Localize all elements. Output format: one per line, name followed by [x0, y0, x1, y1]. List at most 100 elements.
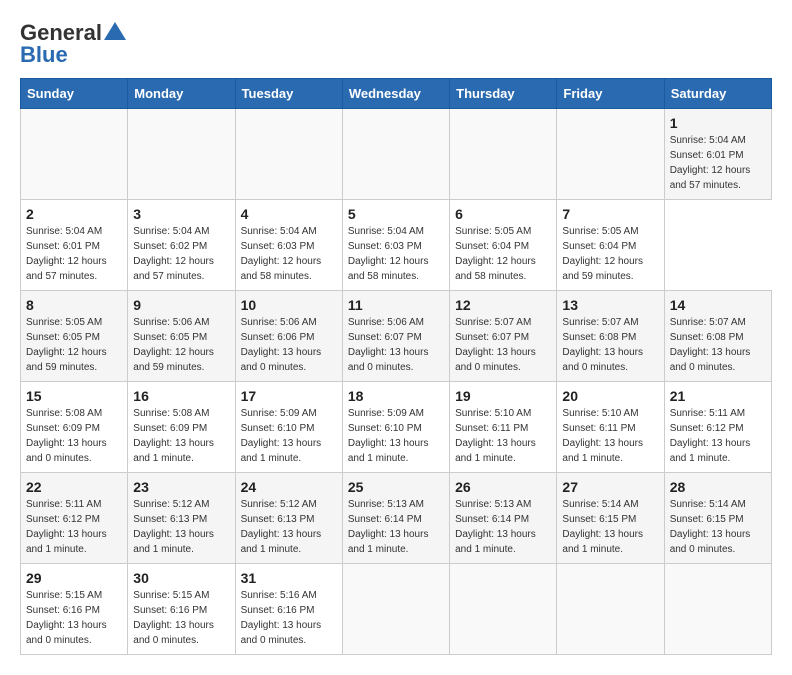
day-number: 22 [26, 479, 122, 495]
day-info: Sunrise: 5:06 AMSunset: 6:07 PMDaylight:… [348, 315, 444, 375]
day-info: Sunrise: 5:15 AMSunset: 6:16 PMDaylight:… [26, 588, 122, 648]
day-number: 18 [348, 388, 444, 404]
day-number: 21 [670, 388, 766, 404]
day-info: Sunrise: 5:12 AMSunset: 6:13 PMDaylight:… [133, 497, 229, 557]
day-info: Sunrise: 5:04 AMSunset: 6:01 PMDaylight:… [670, 133, 766, 193]
empty-cell [557, 564, 664, 655]
calendar-day: 15Sunrise: 5:08 AMSunset: 6:09 PMDayligh… [21, 382, 128, 473]
day-number: 19 [455, 388, 551, 404]
empty-cell [450, 564, 557, 655]
header-wednesday: Wednesday [342, 79, 449, 109]
calendar-day: 16 Sunrise: 5:08 AMSunset: 6:09 PMDayligh… [128, 382, 235, 473]
day-info: Sunrise: 5:11 AMSunset: 6:12 PMDaylight:… [670, 406, 766, 466]
header-sunday: Sunday [21, 79, 128, 109]
calendar-day: 17Sunrise: 5:09 AMSunset: 6:10 PMDayligh… [235, 382, 342, 473]
day-info: Sunrise: 5:11 AMSunset: 6:12 PMDaylight:… [26, 497, 122, 557]
calendar-day: 26 Sunrise: 5:13 AMSunset: 6:14 PMDayligh… [450, 473, 557, 564]
day-number: 2 [26, 206, 122, 222]
day-number: 8 [26, 297, 122, 313]
day-info: Sunrise: 5:07 AMSunset: 6:08 PMDaylight:… [562, 315, 658, 375]
day-info: Sunrise: 5:06 AMSunset: 6:05 PMDaylight:… [133, 315, 229, 375]
day-info: Sunrise: 5:04 AMSunset: 6:03 PMDaylight:… [241, 224, 337, 284]
day-info: Sunrise: 5:14 AMSunset: 6:15 PMDaylight:… [562, 497, 658, 557]
header-saturday: Saturday [664, 79, 771, 109]
day-info: Sunrise: 5:06 AMSunset: 6:06 PMDaylight:… [241, 315, 337, 375]
empty-cell [21, 109, 128, 200]
day-info: Sunrise: 5:04 AMSunset: 6:01 PMDaylight:… [26, 224, 122, 284]
day-number: 31 [241, 570, 337, 586]
day-number: 30 [133, 570, 229, 586]
header-monday: Monday [128, 79, 235, 109]
empty-cell [128, 109, 235, 200]
calendar-day: 31 Sunrise: 5:16 AMSunset: 6:16 PMDayligh… [235, 564, 342, 655]
calendar-day: 3Sunrise: 5:04 AMSunset: 6:02 PMDaylight… [128, 200, 235, 291]
day-info: Sunrise: 5:10 AMSunset: 6:11 PMDaylight:… [455, 406, 551, 466]
header-tuesday: Tuesday [235, 79, 342, 109]
day-number: 1 [670, 115, 766, 131]
calendar-day: 5 Sunrise: 5:04 AMSunset: 6:03 PMDaylight… [342, 200, 449, 291]
calendar-day: 23 Sunrise: 5:12 AMSunset: 6:13 PMDayligh… [128, 473, 235, 564]
calendar-table: SundayMondayTuesdayWednesdayThursdayFrid… [20, 78, 772, 655]
day-number: 15 [26, 388, 122, 404]
calendar-day: 10 Sunrise: 5:06 AMSunset: 6:06 PMDayligh… [235, 291, 342, 382]
day-info: Sunrise: 5:10 AMSunset: 6:11 PMDaylight:… [562, 406, 658, 466]
day-number: 14 [670, 297, 766, 313]
calendar-day: 18Sunrise: 5:09 AMSunset: 6:10 PMDayligh… [342, 382, 449, 473]
calendar-day: 29 Sunrise: 5:15 AMSunset: 6:16 PMDayligh… [21, 564, 128, 655]
day-number: 16 [133, 388, 229, 404]
day-number: 5 [348, 206, 444, 222]
header: General Blue [20, 20, 772, 68]
calendar-day: 19 Sunrise: 5:10 AMSunset: 6:11 PMDayligh… [450, 382, 557, 473]
day-number: 10 [241, 297, 337, 313]
calendar-day: 21 Sunrise: 5:11 AMSunset: 6:12 PMDayligh… [664, 382, 771, 473]
calendar-day: 9Sunrise: 5:06 AMSunset: 6:05 PMDaylight… [128, 291, 235, 382]
day-number: 4 [241, 206, 337, 222]
day-info: Sunrise: 5:05 AMSunset: 6:04 PMDaylight:… [562, 224, 658, 284]
calendar-day: 30 Sunrise: 5:15 AMSunset: 6:16 PMDayligh… [128, 564, 235, 655]
day-number: 28 [670, 479, 766, 495]
day-number: 23 [133, 479, 229, 495]
empty-cell [342, 564, 449, 655]
day-number: 29 [26, 570, 122, 586]
day-number: 7 [562, 206, 658, 222]
day-info: Sunrise: 5:07 AMSunset: 6:07 PMDaylight:… [455, 315, 551, 375]
day-number: 26 [455, 479, 551, 495]
calendar-day: 28 Sunrise: 5:14 AMSunset: 6:15 PMDayligh… [664, 473, 771, 564]
empty-cell [664, 564, 771, 655]
calendar-header-row: SundayMondayTuesdayWednesdayThursdayFrid… [21, 79, 772, 109]
day-info: Sunrise: 5:09 AMSunset: 6:10 PMDaylight:… [241, 406, 337, 466]
day-number: 27 [562, 479, 658, 495]
calendar-day: 7 Sunrise: 5:05 AMSunset: 6:04 PMDaylight… [557, 200, 664, 291]
day-info: Sunrise: 5:14 AMSunset: 6:15 PMDaylight:… [670, 497, 766, 557]
calendar-day: 4 Sunrise: 5:04 AMSunset: 6:03 PMDaylight… [235, 200, 342, 291]
empty-cell [235, 109, 342, 200]
calendar-day: 8 Sunrise: 5:05 AMSunset: 6:05 PMDaylight… [21, 291, 128, 382]
day-number: 20 [562, 388, 658, 404]
day-number: 25 [348, 479, 444, 495]
day-info: Sunrise: 5:16 AMSunset: 6:16 PMDaylight:… [241, 588, 337, 648]
empty-cell [557, 109, 664, 200]
logo: General Blue [20, 20, 126, 68]
header-friday: Friday [557, 79, 664, 109]
day-info: Sunrise: 5:05 AMSunset: 6:04 PMDaylight:… [455, 224, 551, 284]
day-info: Sunrise: 5:05 AMSunset: 6:05 PMDaylight:… [26, 315, 122, 375]
calendar-day: 11Sunrise: 5:06 AMSunset: 6:07 PMDayligh… [342, 291, 449, 382]
calendar-day: 6 Sunrise: 5:05 AMSunset: 6:04 PMDaylight… [450, 200, 557, 291]
day-info: Sunrise: 5:13 AMSunset: 6:14 PMDaylight:… [348, 497, 444, 557]
day-info: Sunrise: 5:07 AMSunset: 6:08 PMDaylight:… [670, 315, 766, 375]
day-info: Sunrise: 5:08 AMSunset: 6:09 PMDaylight:… [133, 406, 229, 466]
calendar-week-1: 1 Sunrise: 5:04 AMSunset: 6:01 PMDaylight… [21, 109, 772, 200]
logo-blue: Blue [20, 42, 68, 68]
day-info: Sunrise: 5:12 AMSunset: 6:13 PMDaylight:… [241, 497, 337, 557]
calendar-day: 27 Sunrise: 5:14 AMSunset: 6:15 PMDayligh… [557, 473, 664, 564]
empty-cell [450, 109, 557, 200]
day-info: Sunrise: 5:04 AMSunset: 6:03 PMDaylight:… [348, 224, 444, 284]
day-info: Sunrise: 5:15 AMSunset: 6:16 PMDaylight:… [133, 588, 229, 648]
calendar-day: 22 Sunrise: 5:11 AMSunset: 6:12 PMDayligh… [21, 473, 128, 564]
day-info: Sunrise: 5:13 AMSunset: 6:14 PMDaylight:… [455, 497, 551, 557]
calendar-week-4: 15 Sunrise: 5:08 AMSunset: 6:09 PMDayligh… [21, 382, 772, 473]
calendar-week-2: 2 Sunrise: 5:04 AMSunset: 6:01 PMDaylight… [21, 200, 772, 291]
calendar-day: 20 Sunrise: 5:10 AMSunset: 6:11 PMDayligh… [557, 382, 664, 473]
day-number: 6 [455, 206, 551, 222]
calendar-week-3: 8 Sunrise: 5:05 AMSunset: 6:05 PMDaylight… [21, 291, 772, 382]
